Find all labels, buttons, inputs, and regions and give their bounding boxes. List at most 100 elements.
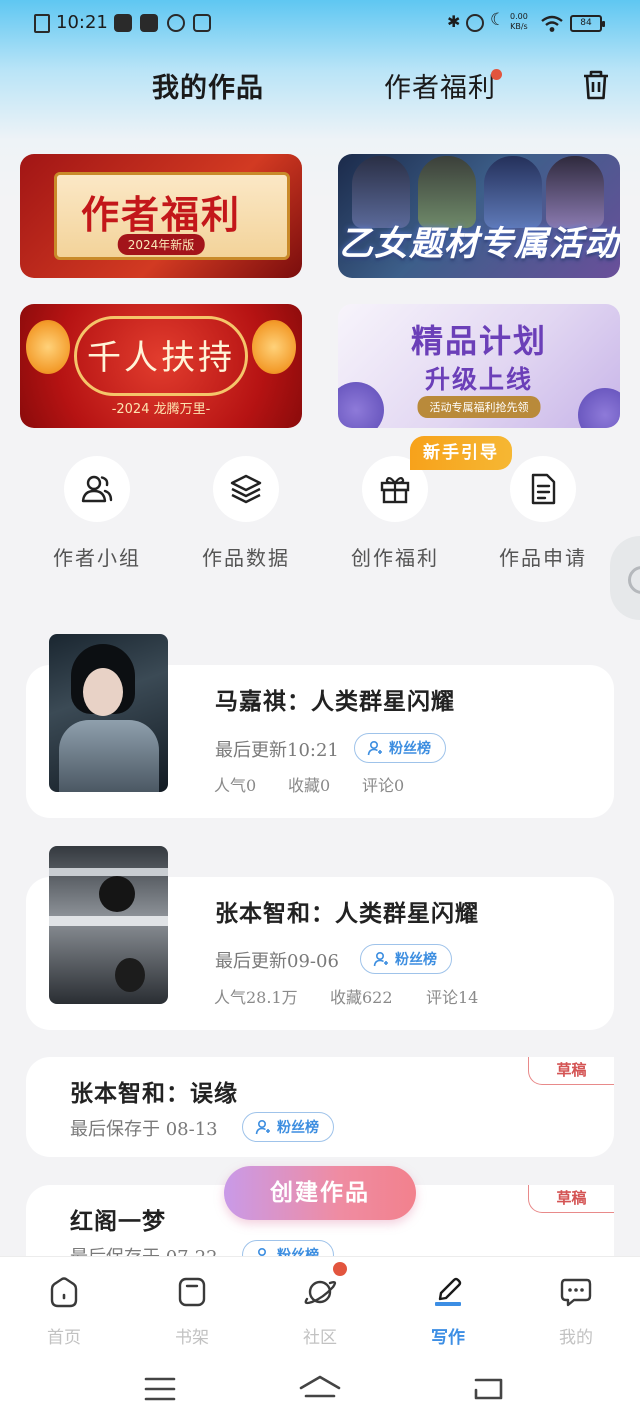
quick-action-creation-benefits[interactable]: 创作福利 bbox=[335, 456, 455, 571]
draft-title[interactable]: 张本智和：误缘 bbox=[70, 1074, 238, 1108]
tab-my-works[interactable]: 我的作品 bbox=[152, 66, 264, 105]
document-icon bbox=[531, 473, 556, 505]
tab-author-benefits[interactable]: 作者福利 bbox=[384, 66, 496, 105]
wifi-icon bbox=[541, 15, 563, 32]
user-icon bbox=[373, 951, 388, 967]
status-time: 10:21 bbox=[56, 12, 108, 33]
bottom-navigation: 首页 书架 社区 写作 我的 bbox=[0, 1256, 640, 1356]
user-icon bbox=[255, 1119, 270, 1135]
banner-title: 作者福利 bbox=[80, 192, 241, 237]
banner-subtitle: 2024年新版 bbox=[117, 234, 205, 255]
nav-label: 社区 bbox=[303, 1328, 337, 1348]
menu-icon[interactable] bbox=[144, 1376, 176, 1402]
banner-subtitle: -2024 龙腾万里- bbox=[111, 402, 211, 417]
banner-title: 精品计划 bbox=[410, 322, 547, 360]
cover-figure-head bbox=[115, 958, 145, 992]
create-work-button[interactable]: 创建作品 bbox=[224, 1166, 416, 1220]
quick-action-label: 作品数据 bbox=[202, 546, 290, 570]
work-popularity: 人气28.1万 bbox=[214, 988, 298, 1007]
fan-ranking-button[interactable]: 粉丝榜 bbox=[242, 1112, 334, 1142]
nav-item-home[interactable]: 首页 bbox=[24, 1275, 104, 1348]
work-comments: 评论0 bbox=[362, 776, 405, 795]
fan-ranking-button[interactable]: 粉丝榜 bbox=[354, 733, 446, 763]
gift-icon bbox=[380, 476, 410, 504]
quick-action-label: 创作福利 bbox=[351, 546, 439, 570]
cover-figure-body bbox=[59, 720, 159, 792]
banner-subtitle: 升级上线 bbox=[424, 365, 533, 394]
calendar-icon bbox=[140, 14, 158, 32]
work-favorites: 收藏622 bbox=[330, 988, 393, 1007]
quick-action-icon-wrap bbox=[510, 456, 576, 522]
nav-item-community[interactable]: 社区 bbox=[280, 1275, 360, 1348]
moon-icon: ☾ bbox=[490, 10, 506, 30]
cover-figure-face bbox=[83, 668, 123, 716]
nav-item-bookshelf[interactable]: 书架 bbox=[152, 1275, 232, 1348]
quick-action-icon-wrap bbox=[213, 456, 279, 522]
banner-title: 千人扶持 bbox=[87, 338, 235, 378]
quick-action-work-application[interactable]: 作品申请 bbox=[483, 456, 603, 571]
quick-action-label: 作品申请 bbox=[499, 546, 587, 570]
work-cover-image[interactable] bbox=[49, 846, 168, 1004]
nav-label: 书架 bbox=[175, 1328, 209, 1348]
pen-icon bbox=[435, 1277, 462, 1306]
quick-action-author-group[interactable]: 作者小组 bbox=[37, 456, 157, 571]
banner-premium-plan[interactable]: 精品计划 升级上线 活动专属福利抢先领 bbox=[338, 304, 620, 428]
layers-icon bbox=[230, 474, 262, 504]
battery-indicator: 84 bbox=[570, 15, 605, 32]
work-last-updated: 最后更新10:21 bbox=[215, 740, 339, 761]
user-icon bbox=[367, 740, 382, 756]
fan-ranking-label: 粉丝榜 bbox=[395, 952, 437, 968]
nav-item-profile[interactable]: 我的 bbox=[536, 1275, 616, 1348]
users-icon bbox=[81, 475, 113, 503]
cover-rail bbox=[49, 868, 168, 876]
work-favorites: 收藏0 bbox=[288, 776, 331, 795]
newbie-guide-badge[interactable]: 新手引导 bbox=[410, 436, 512, 470]
back-icon[interactable] bbox=[472, 1376, 504, 1402]
alarm-icon bbox=[466, 14, 484, 32]
draft-title[interactable]: 红阁一梦 bbox=[70, 1202, 166, 1236]
work-cover-image[interactable] bbox=[49, 634, 168, 792]
weibo-icon bbox=[167, 14, 185, 32]
work-title[interactable]: 马嘉祺：人类群星闪耀 bbox=[215, 682, 455, 716]
nav-label: 写作 bbox=[431, 1328, 465, 1348]
work-popularity: 人气0 bbox=[214, 776, 257, 795]
fan-ranking-label: 粉丝榜 bbox=[277, 1120, 319, 1136]
home-icon bbox=[50, 1277, 78, 1308]
bookshelf-icon bbox=[178, 1277, 206, 1307]
work-last-updated: 最后更新09-06 bbox=[215, 951, 339, 972]
benefits-notification-dot bbox=[491, 69, 502, 80]
cover-rail bbox=[49, 916, 168, 926]
video-icon bbox=[193, 14, 211, 32]
trash-icon[interactable] bbox=[580, 68, 612, 102]
banner-otome-event[interactable]: 乙女题材专属活动 bbox=[338, 154, 620, 278]
network-speed: 0.00 KB/s bbox=[510, 12, 528, 31]
fan-ranking-label: 粉丝榜 bbox=[389, 741, 431, 757]
system-navigation-bar bbox=[0, 1356, 640, 1427]
draft-tag: 草稿 bbox=[528, 1057, 614, 1085]
banner-pill: 活动专属福利抢先领 bbox=[417, 396, 541, 418]
community-notification-dot bbox=[333, 1262, 347, 1276]
planet-icon bbox=[304, 1280, 337, 1305]
nav-label: 首页 bbox=[47, 1328, 81, 1348]
banner-thousand-support[interactable]: 千人扶持 -2024 龙腾万里- bbox=[20, 304, 302, 428]
draft-tag: 草稿 bbox=[528, 1185, 614, 1213]
draft-last-saved: 最后保存于 08-13 bbox=[70, 1119, 218, 1140]
quick-action-icon-wrap bbox=[64, 456, 130, 522]
work-comments: 评论14 bbox=[426, 988, 479, 1007]
floating-side-handle[interactable] bbox=[610, 536, 640, 620]
banner-title: 乙女题材专属活动 bbox=[339, 224, 619, 264]
sim-icon bbox=[34, 14, 50, 33]
status-bar: 10:21 ✱ ☾ 0.00 KB/s 84 bbox=[0, 0, 640, 48]
nav-label: 我的 bbox=[559, 1328, 593, 1348]
home-gesture-icon[interactable] bbox=[298, 1374, 342, 1404]
bluetooth-icon: ✱ bbox=[447, 12, 461, 31]
chat-bubble-icon bbox=[560, 1278, 592, 1307]
fan-ranking-button[interactable]: 粉丝榜 bbox=[360, 944, 452, 974]
nav-item-writing[interactable]: 写作 bbox=[408, 1275, 488, 1348]
cover-figure-head bbox=[99, 876, 135, 912]
app-notification-icon bbox=[114, 14, 132, 32]
work-title[interactable]: 张本智和：人类群星闪耀 bbox=[215, 894, 479, 928]
quick-action-label: 作者小组 bbox=[53, 546, 141, 570]
banner-author-benefits[interactable]: 作者福利 2024年新版 bbox=[20, 154, 302, 278]
quick-action-work-data[interactable]: 作品数据 bbox=[186, 456, 306, 571]
